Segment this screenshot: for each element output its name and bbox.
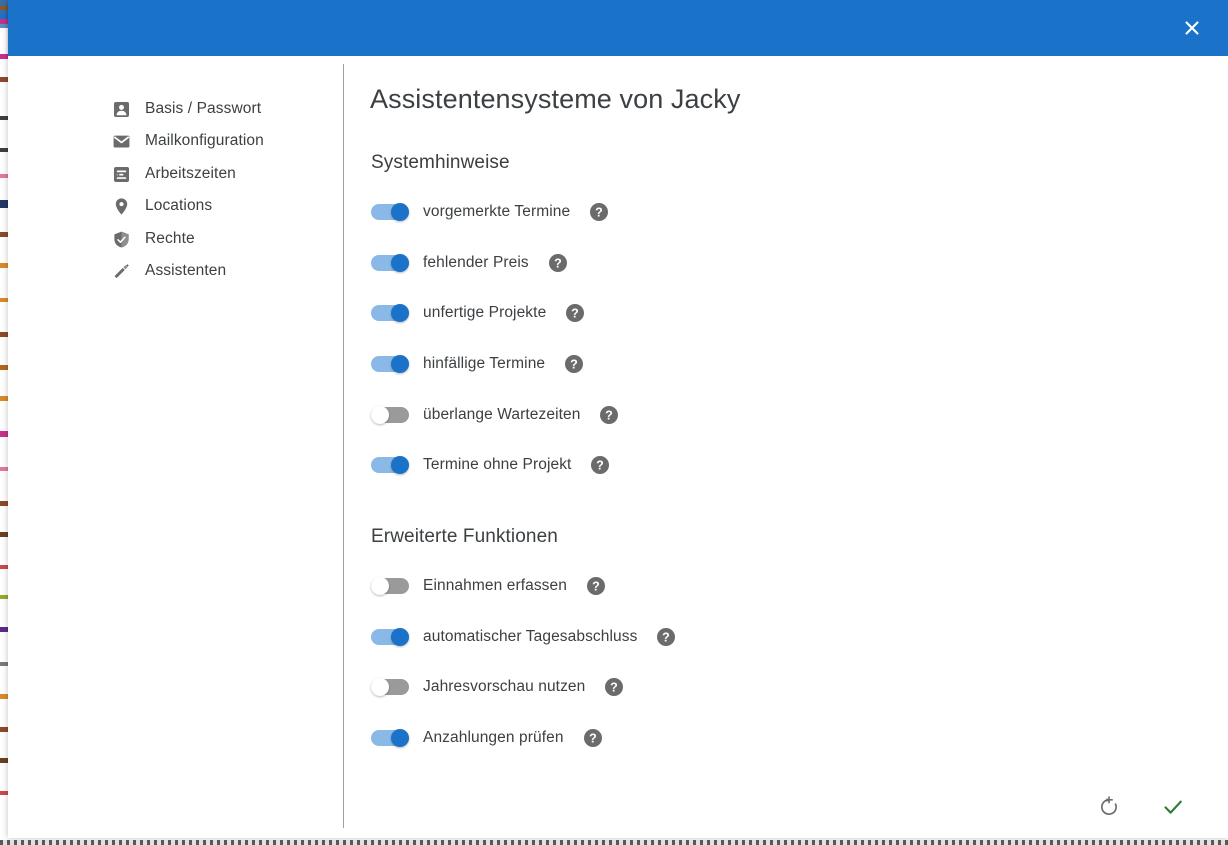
toggle-label: unfertige Projekte: [423, 304, 547, 321]
toggle-anzahlungen-pruefen[interactable]: [371, 729, 409, 747]
toggle-termine-ohne-projekt[interactable]: [371, 456, 409, 474]
section-heading-systemhinweise: Systemhinweise: [371, 152, 510, 173]
settings-sidebar: Basis / Passwort Mailkonfiguration Arbei…: [8, 56, 343, 838]
toggle-label: automatischer Tagesabschluss: [423, 628, 638, 645]
toggle-row-hinfaellige-termine: hinfällige Termine ?: [371, 351, 584, 377]
toggle-hinfaellige-termine[interactable]: [371, 355, 409, 373]
svg-text:?: ?: [554, 256, 562, 270]
settings-main-panel: Assistentensysteme von Jacky Systemhinwe…: [344, 56, 1228, 838]
help-icon[interactable]: ?: [605, 678, 624, 696]
sidebar-item-label: Mailkonfiguration: [145, 132, 264, 149]
toggle-vorgemerkte-termine[interactable]: [371, 203, 409, 221]
toggle-row-einnahmen-erfassen: Einnahmen erfassen ?: [371, 573, 605, 599]
toggle-row-anzahlungen-pruefen: Anzahlungen prüfen ?: [371, 725, 602, 751]
toggle-automatischer-tagesabschluss[interactable]: [371, 628, 409, 646]
sidebar-item-label: Locations: [145, 197, 213, 214]
sidebar-item-locations[interactable]: Locations: [111, 193, 212, 219]
section-heading-erweiterte-funktionen: Erweiterte Funktionen: [371, 526, 558, 547]
page-title: Assistentensysteme von Jacky: [370, 84, 741, 114]
sidebar-item-label: Arbeitszeiten: [145, 165, 236, 182]
background-app-sliver: [0, 0, 8, 845]
help-icon[interactable]: ?: [548, 254, 567, 272]
svg-text:?: ?: [570, 357, 578, 371]
toggle-row-fehlender-preis: fehlender Preis ?: [371, 250, 567, 276]
settings-modal: Basis / Passwort Mailkonfiguration Arbei…: [8, 0, 1228, 838]
sidebar-item-label: Rechte: [145, 230, 195, 247]
help-icon[interactable]: ?: [583, 729, 602, 747]
envelope-icon: [111, 131, 131, 151]
checkmark-icon: [1164, 800, 1182, 814]
toggle-jahresvorschau-nutzen[interactable]: [371, 678, 409, 696]
sidebar-item-arbeitszeiten[interactable]: Arbeitszeiten: [111, 161, 236, 187]
account-badge-icon: [111, 99, 131, 119]
modal-body: Basis / Passwort Mailkonfiguration Arbei…: [8, 56, 1228, 838]
toggle-label: überlange Wartezeiten: [423, 406, 581, 423]
toggle-fehlender-preis[interactable]: [371, 254, 409, 272]
reset-button[interactable]: [1096, 794, 1122, 820]
sidebar-item-label: Basis / Passwort: [145, 100, 262, 117]
svg-text:?: ?: [597, 458, 605, 472]
toggle-label: Termine ohne Projekt: [423, 456, 572, 473]
svg-text:?: ?: [663, 630, 671, 644]
toggle-label: Anzahlungen prüfen: [423, 729, 564, 746]
modal-titlebar: [8, 0, 1228, 56]
help-icon[interactable]: ?: [586, 577, 605, 595]
confirm-button[interactable]: [1160, 794, 1186, 820]
toggle-label: vorgemerkte Termine: [423, 203, 571, 220]
toggle-label: hinfällige Termine: [423, 355, 546, 372]
toggle-row-termine-ohne-projekt: Termine ohne Projekt ?: [371, 452, 610, 478]
toggle-unfertige-projekte[interactable]: [371, 304, 409, 322]
sidebar-item-rechte[interactable]: Rechte: [111, 226, 195, 252]
toggle-label: Einnahmen erfassen: [423, 577, 567, 594]
svg-text:?: ?: [595, 205, 603, 219]
toggle-label: fehlender Preis: [423, 254, 529, 271]
sidebar-item-assistenten[interactable]: Assistenten: [111, 258, 226, 284]
help-icon[interactable]: ?: [600, 406, 619, 424]
svg-text:?: ?: [589, 731, 597, 745]
sidebar-item-basis-passwort[interactable]: Basis / Passwort: [111, 96, 261, 122]
svg-text:?: ?: [606, 408, 614, 422]
svg-text:?: ?: [611, 680, 619, 694]
toggle-ueberlange-wartezeiten[interactable]: [371, 406, 409, 424]
toggle-einnahmen-erfassen[interactable]: [371, 577, 409, 595]
help-icon[interactable]: ?: [590, 203, 609, 221]
svg-text:?: ?: [571, 306, 579, 320]
toggle-row-jahresvorschau-nutzen: Jahresvorschau nutzen ?: [371, 674, 624, 700]
toggle-row-automatischer-tagesabschluss: automatischer Tagesabschluss ?: [371, 624, 676, 650]
toggle-label: Jahresvorschau nutzen: [423, 678, 586, 695]
help-icon[interactable]: ?: [566, 304, 585, 322]
document-lines-icon: [111, 164, 131, 184]
shield-icon: [111, 229, 131, 249]
sidebar-item-mailkonfiguration[interactable]: Mailkonfiguration: [111, 128, 264, 154]
sidebar-item-label: Assistenten: [145, 262, 227, 279]
svg-text:?: ?: [592, 579, 600, 593]
toggle-row-ueberlange-wartezeiten: überlange Wartezeiten ?: [371, 402, 619, 428]
help-icon[interactable]: ?: [657, 628, 676, 646]
bottom-edge-strip: [0, 840, 1228, 845]
refresh-icon: [1101, 796, 1117, 815]
help-icon[interactable]: ?: [591, 456, 610, 474]
footer-actions: [1096, 794, 1186, 820]
magic-wand-icon: [111, 261, 131, 281]
close-icon[interactable]: [1178, 14, 1206, 42]
help-icon[interactable]: ?: [565, 355, 584, 373]
location-pin-icon: [111, 196, 131, 216]
toggle-row-vorgemerkte-termine: vorgemerkte Termine ?: [371, 199, 609, 225]
toggle-row-unfertige-projekte: unfertige Projekte ?: [371, 300, 585, 326]
